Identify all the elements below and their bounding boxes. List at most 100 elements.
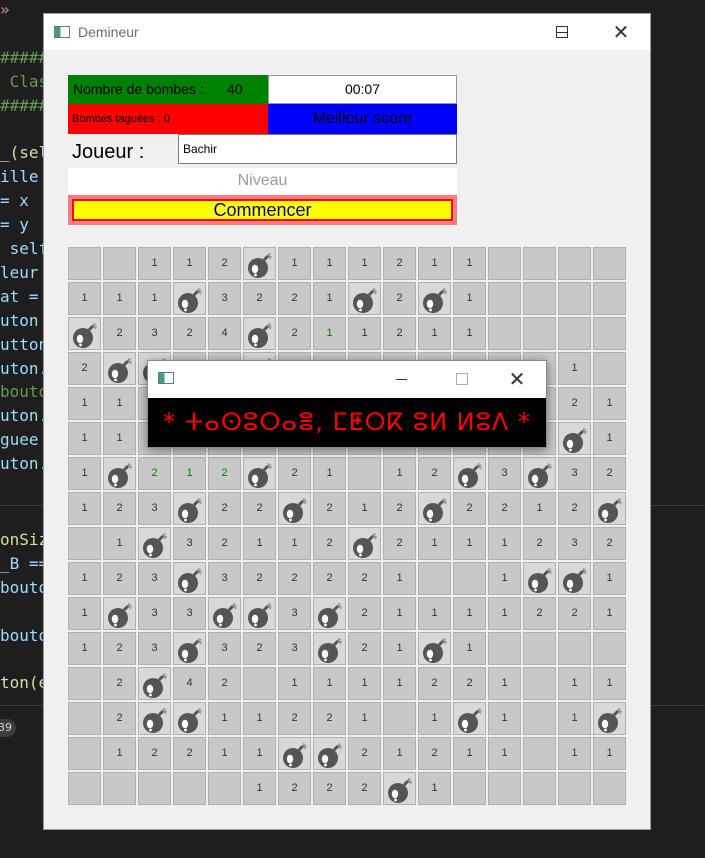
mine-cell[interactable] xyxy=(558,632,591,665)
mine-cell[interactable] xyxy=(593,317,626,350)
mine-cell[interactable]: 1 xyxy=(558,737,591,770)
mine-cell[interactable] xyxy=(243,247,276,280)
mine-cell[interactable] xyxy=(418,562,451,595)
mine-cell[interactable] xyxy=(348,282,381,315)
mine-cell[interactable] xyxy=(173,772,206,805)
mine-cell[interactable] xyxy=(173,282,206,315)
mine-cell[interactable]: 1 xyxy=(348,492,381,525)
mine-cell[interactable]: 1 xyxy=(418,317,451,350)
mine-cell[interactable]: 2 xyxy=(208,247,241,280)
mine-cell[interactable]: 1 xyxy=(313,282,346,315)
mine-cell[interactable]: 1 xyxy=(383,597,416,630)
mine-cell[interactable] xyxy=(68,247,101,280)
mine-cell[interactable]: 3 xyxy=(138,317,171,350)
mine-cell[interactable]: 2 xyxy=(103,702,136,735)
mine-cell[interactable]: 2 xyxy=(558,387,591,420)
mine-cell[interactable] xyxy=(523,632,556,665)
mine-cell[interactable]: 2 xyxy=(383,282,416,315)
mine-cell[interactable]: 1 xyxy=(593,667,626,700)
mine-cell[interactable]: 1 xyxy=(313,667,346,700)
mine-cell[interactable]: 2 xyxy=(243,492,276,525)
mine-cell[interactable] xyxy=(68,702,101,735)
mine-cell[interactable] xyxy=(348,457,381,490)
mine-cell[interactable] xyxy=(453,562,486,595)
mine-cell[interactable]: 2 xyxy=(383,492,416,525)
mine-cell[interactable] xyxy=(593,282,626,315)
mine-cell[interactable]: 2 xyxy=(313,492,346,525)
mine-cell[interactable] xyxy=(488,317,521,350)
mine-cell[interactable] xyxy=(523,562,556,595)
mine-cell[interactable]: 2 xyxy=(208,457,241,490)
mine-cell[interactable]: 1 xyxy=(68,422,101,455)
mine-cell[interactable]: 2 xyxy=(593,457,626,490)
mine-cell[interactable]: 1 xyxy=(453,317,486,350)
mine-cell[interactable]: 1 xyxy=(243,527,276,560)
mine-cell[interactable] xyxy=(523,772,556,805)
mine-cell[interactable]: 1 xyxy=(138,247,171,280)
mine-cell[interactable]: 2 xyxy=(523,527,556,560)
mine-cell[interactable] xyxy=(173,632,206,665)
mine-cell[interactable]: 1 xyxy=(103,422,136,455)
mine-cell[interactable]: 3 xyxy=(558,527,591,560)
mine-cell[interactable] xyxy=(523,702,556,735)
mine-cell[interactable]: 2 xyxy=(348,772,381,805)
mine-cell[interactable]: 2 xyxy=(383,527,416,560)
mine-cell[interactable]: 4 xyxy=(208,317,241,350)
dialog-minimize-button[interactable] xyxy=(378,361,424,397)
mine-cell[interactable] xyxy=(173,492,206,525)
mine-cell[interactable]: 1 xyxy=(68,492,101,525)
mine-cell[interactable] xyxy=(68,317,101,350)
mine-cell[interactable]: 2 xyxy=(418,457,451,490)
mine-cell[interactable]: 1 xyxy=(313,247,346,280)
mine-cell[interactable] xyxy=(138,702,171,735)
mine-cell[interactable]: 2 xyxy=(558,492,591,525)
mine-cell[interactable] xyxy=(488,247,521,280)
mine-cell[interactable]: 1 xyxy=(593,737,626,770)
mine-cell[interactable]: 1 xyxy=(593,562,626,595)
mine-cell[interactable] xyxy=(418,492,451,525)
mine-cell[interactable]: 2 xyxy=(348,737,381,770)
mine-cell[interactable] xyxy=(453,772,486,805)
mine-cell[interactable]: 2 xyxy=(313,562,346,595)
mine-cell[interactable] xyxy=(558,317,591,350)
mine-cell[interactable] xyxy=(243,667,276,700)
mine-cell[interactable]: 1 xyxy=(453,527,486,560)
mine-cell[interactable]: 2 xyxy=(208,667,241,700)
mine-cell[interactable]: 1 xyxy=(453,282,486,315)
mine-cell[interactable]: 2 xyxy=(348,632,381,665)
mine-cell[interactable] xyxy=(558,282,591,315)
mine-cell[interactable]: 1 xyxy=(418,597,451,630)
mine-cell[interactable]: 1 xyxy=(68,282,101,315)
mine-cell[interactable]: 3 xyxy=(173,527,206,560)
mine-cell[interactable]: 1 xyxy=(383,457,416,490)
mine-cell[interactable]: 2 xyxy=(243,632,276,665)
mine-cell[interactable]: 2 xyxy=(278,772,311,805)
mine-cell[interactable]: 1 xyxy=(383,562,416,595)
mine-cell[interactable]: 2 xyxy=(313,772,346,805)
mine-cell[interactable]: 3 xyxy=(138,632,171,665)
mine-cell[interactable]: 2 xyxy=(523,597,556,630)
mine-cell[interactable]: 1 xyxy=(243,702,276,735)
mine-cell[interactable]: 1 xyxy=(488,737,521,770)
maximize-button[interactable] xyxy=(538,14,584,50)
mine-cell[interactable]: 3 xyxy=(138,492,171,525)
dialog-close-button[interactable]: ✕ xyxy=(494,361,540,397)
mine-cell[interactable] xyxy=(103,247,136,280)
mine-cell[interactable]: 2 xyxy=(593,527,626,560)
mine-cell[interactable] xyxy=(593,352,626,385)
mine-cell[interactable] xyxy=(278,492,311,525)
mine-cell[interactable]: 1 xyxy=(488,667,521,700)
mine-cell[interactable]: 1 xyxy=(558,667,591,700)
mine-cell[interactable]: 2 xyxy=(278,702,311,735)
mine-cell[interactable]: 1 xyxy=(558,702,591,735)
mine-cell[interactable]: 1 xyxy=(278,667,311,700)
mine-cell[interactable]: 2 xyxy=(418,737,451,770)
mine-cell[interactable]: 1 xyxy=(383,667,416,700)
mine-cell[interactable]: 1 xyxy=(173,247,206,280)
mine-cell[interactable]: 1 xyxy=(593,387,626,420)
mine-cell[interactable] xyxy=(488,772,521,805)
mine-cell[interactable] xyxy=(103,352,136,385)
mine-cell[interactable]: 1 xyxy=(418,702,451,735)
mine-cell[interactable]: 2 xyxy=(173,737,206,770)
best-score-button[interactable]: Meilleur score xyxy=(268,104,457,134)
